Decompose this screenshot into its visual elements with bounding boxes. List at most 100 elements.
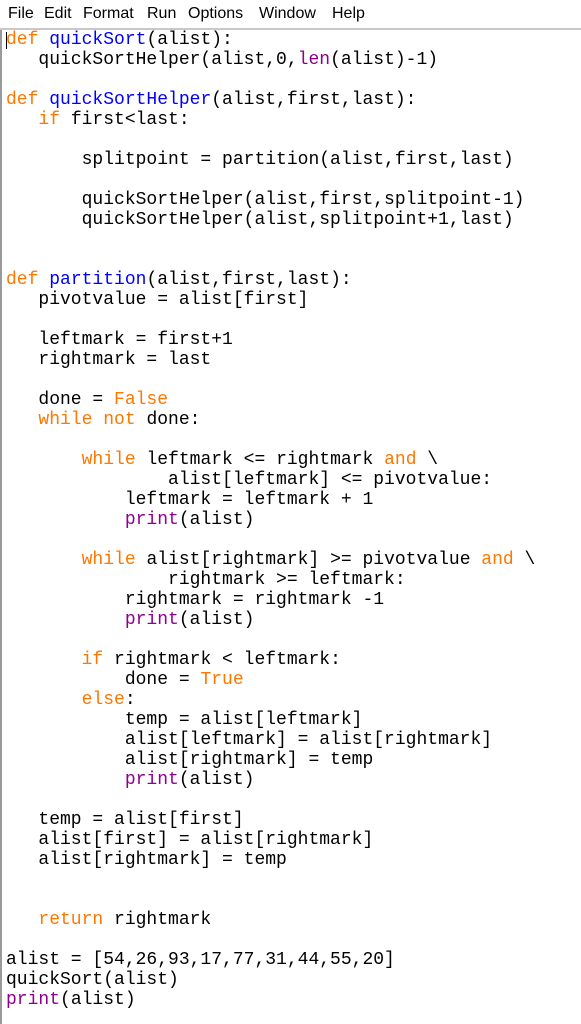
code-token: (alist) — [178, 770, 255, 790]
code-line[interactable]: leftmark = first+1 — [6, 330, 535, 350]
code-token: temp = alist[leftmark] — [6, 710, 363, 730]
code-token: leftmark = first+1 — [6, 330, 233, 350]
builtin-token: print — [124, 510, 179, 530]
code-line[interactable]: alist = [54,26,93,17,77,31,44,55,20] — [6, 950, 535, 970]
code-line[interactable] — [6, 70, 535, 90]
code-token: leftmark <= rightmark — [135, 450, 385, 470]
menu-file[interactable]: File — [8, 5, 34, 23]
code-line[interactable] — [6, 530, 535, 550]
keyword-token: while — [38, 410, 93, 430]
code-line[interactable] — [6, 370, 535, 390]
code-line[interactable]: done = True — [6, 670, 535, 690]
code-token: done = — [6, 390, 115, 410]
code-line[interactable]: quickSortHelper(alist,splitpoint+1,last) — [6, 210, 535, 230]
code-line[interactable]: if first<last: — [6, 110, 535, 130]
code-line[interactable]: rightmark = last — [6, 350, 535, 370]
code-token: rightmark = last — [6, 350, 212, 370]
code-line[interactable] — [6, 130, 535, 150]
code-line[interactable]: rightmark >= leftmark: — [6, 570, 535, 590]
code-line[interactable]: print(alist) — [6, 990, 535, 1010]
builtin-token: print — [6, 990, 61, 1010]
code-token: : — [124, 690, 136, 710]
keyword-token: if — [38, 110, 61, 130]
code-token: (alist,first,last): — [211, 90, 417, 110]
code-editor[interactable]: def quickSort(alist): quickSortHelper(al… — [0, 30, 581, 1024]
keyword-token: while — [81, 550, 136, 570]
keyword-token: False — [114, 390, 169, 410]
code-token: quickSortHelper(alist,0, — [6, 50, 298, 70]
code-line[interactable]: splitpoint = partition(alist,first,last) — [6, 150, 535, 170]
code-line[interactable] — [6, 870, 535, 890]
code-line[interactable]: else: — [6, 690, 535, 710]
code-token: (alist) — [60, 990, 136, 1010]
code-token: quickSortHelper(alist,splitpoint+1,last) — [6, 210, 514, 230]
code-line[interactable]: print(alist) — [6, 510, 535, 530]
code-line[interactable]: def partition(alist,first,last): — [6, 270, 535, 290]
code-line[interactable]: return rightmark — [6, 910, 535, 930]
code-token: alist = [54,26,93,17,77,31,44,55,20] — [6, 950, 395, 970]
menu-run[interactable]: Run — [147, 5, 176, 23]
code-token: alist[first] = alist[rightmark] — [6, 830, 374, 850]
code-line[interactable]: quickSort(alist) — [6, 970, 535, 990]
code-line[interactable]: while alist[rightmark] >= pivotvalue and… — [6, 550, 536, 570]
code-token: done = — [6, 670, 201, 690]
menu-window[interactable]: Window — [259, 5, 316, 23]
code-line[interactable]: quickSortHelper(alist,first,splitpoint-1… — [6, 190, 535, 210]
code-line[interactable] — [6, 890, 535, 910]
code-line[interactable] — [6, 430, 535, 450]
keyword-token: True — [200, 670, 244, 690]
keyword-token: and — [384, 450, 417, 470]
menu-options[interactable]: Options — [188, 5, 243, 23]
keyword-token: if — [81, 650, 104, 670]
code-token: (alist) — [178, 610, 255, 630]
code-line[interactable] — [6, 230, 535, 250]
code-line[interactable] — [6, 790, 535, 810]
code-line[interactable]: print(alist) — [6, 610, 535, 630]
code-token: temp = alist[first] — [6, 810, 244, 830]
code-token: quickSort(alist) — [6, 970, 179, 990]
code-line[interactable]: temp = alist[first] — [6, 810, 535, 830]
code-line[interactable] — [6, 310, 535, 330]
code-line[interactable]: print(alist) — [6, 770, 535, 790]
code-line[interactable]: leftmark = leftmark + 1 — [6, 490, 535, 510]
code-token: rightmark < leftmark: — [103, 650, 341, 670]
menu-edit[interactable]: Edit — [44, 5, 72, 23]
code-line[interactable]: rightmark = rightmark -1 — [6, 590, 535, 610]
code-line[interactable]: temp = alist[leftmark] — [6, 710, 535, 730]
menu-help[interactable]: Help — [332, 5, 365, 23]
code-text[interactable]: def quickSort(alist): quickSortHelper(al… — [6, 30, 535, 1010]
code-line[interactable]: pivotvalue = alist[first] — [6, 290, 535, 310]
code-line[interactable]: alist[rightmark] = temp — [6, 850, 535, 870]
menu-format[interactable]: Format — [83, 5, 134, 23]
code-line[interactable] — [6, 630, 535, 650]
keyword-token: return — [38, 910, 104, 930]
code-token: \ — [416, 450, 439, 470]
code-line[interactable]: while leftmark <= rightmark and \ — [6, 450, 535, 470]
definition-name-token: quickSort — [49, 30, 147, 50]
code-line[interactable]: if rightmark < leftmark: — [6, 650, 535, 670]
keyword-token: def — [6, 30, 39, 50]
code-token: (alist): — [146, 30, 233, 50]
code-token: alist[rightmark] = temp — [6, 850, 287, 870]
keyword-token: and — [481, 550, 514, 570]
code-line[interactable] — [6, 930, 535, 950]
code-line[interactable]: def quickSort(alist): — [6, 30, 535, 50]
code-line[interactable] — [6, 170, 535, 190]
code-token: (alist,first,last): — [146, 270, 352, 290]
code-line[interactable]: alist[leftmark] = alist[rightmark] — [6, 730, 535, 750]
code-line[interactable]: alist[rightmark] = temp — [6, 750, 535, 770]
code-line[interactable] — [6, 250, 535, 270]
code-line[interactable]: while not done: — [6, 410, 535, 430]
code-token: pivotvalue = alist[first] — [6, 290, 309, 310]
code-line[interactable]: quickSortHelper(alist,0,len(alist)-1) — [6, 50, 535, 70]
code-token: rightmark >= leftmark: — [6, 570, 406, 590]
code-line[interactable]: alist[leftmark] <= pivotvalue: — [6, 470, 535, 490]
code-line[interactable]: alist[first] = alist[rightmark] — [6, 830, 535, 850]
code-line[interactable]: done = False — [6, 390, 535, 410]
code-line[interactable]: def quickSortHelper(alist,first,last): — [6, 90, 535, 110]
